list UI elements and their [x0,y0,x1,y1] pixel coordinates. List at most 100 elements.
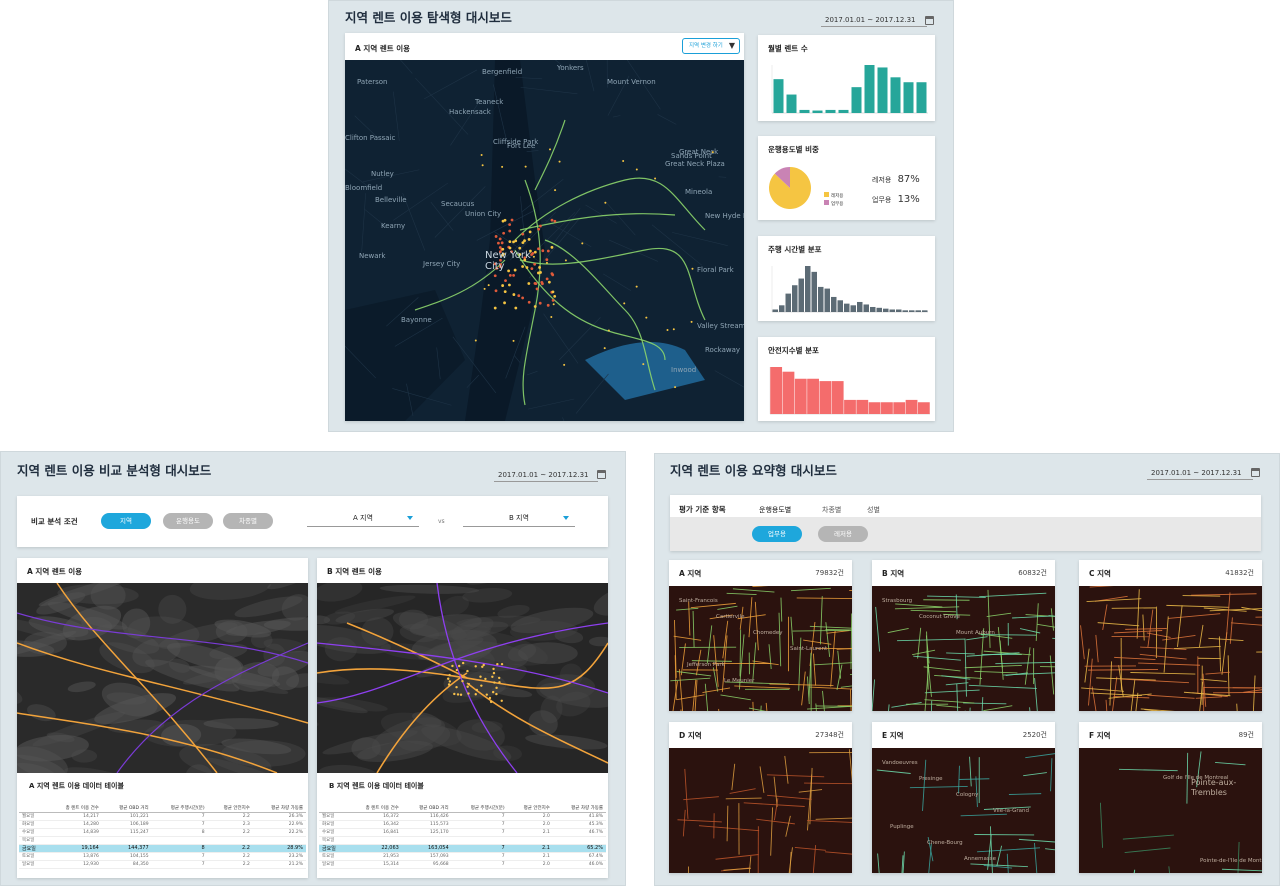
region-map[interactable]: Pointe-aux- Trembles Golf de l'Ile de Mont… [1079,748,1262,873]
table-cell: 157,093 [401,852,452,861]
region-b-select[interactable]: B 지역 [463,511,575,527]
region-map[interactable]: Saint-Francois Cartiervile Chomedey Saint-L… [669,586,852,711]
street-segment [875,606,881,652]
table-cell: 월요일 [19,812,47,821]
street-segment [1130,672,1196,675]
rent-point [453,692,456,696]
rent-point [551,299,555,302]
street-segment [999,640,1004,680]
table-header-cell: 평균 OBD 거리 [401,804,452,813]
rent-point [461,679,464,683]
terrain [317,583,363,602]
tab-gender[interactable]: 성별 [867,505,880,515]
street-segment [1089,586,1114,588]
region-card[interactable]: D 지역 27348건 [669,722,852,873]
region-card[interactable]: F 지역 89건 Pointe-aux- Trembles Golf de l'Ile … [1079,722,1262,873]
street-segment [812,653,817,686]
drive-time-card: 주행 시간별 분포 [758,236,935,321]
bar [786,94,797,113]
table-row[interactable]: 수요일 14,839 115,247 8 2.2 22.2% [19,828,306,837]
region-name: E 지역 [882,731,904,740]
table-row[interactable]: 목요일 [319,836,606,845]
region-change-button[interactable]: 지역 변경 하기 ▼ [682,38,740,54]
tab-car-type[interactable]: 차종별 [822,505,841,515]
table-row[interactable]: 토요일 13,876 104,155 7 2.2 23.2% [19,852,306,861]
table-row[interactable]: 화요일 16,342 115,573 7 2.0 45.3% [319,820,606,829]
sub-pill-bar: 업무용 레저용 [670,517,1261,551]
street-segment [936,704,961,708]
rent-point [547,280,551,284]
table-row[interactable]: 금요일 22,063 163,054 7 2.1 65.2% [319,844,606,853]
rent-point [448,680,452,683]
street [714,370,744,388]
street-segment [895,603,943,608]
region-map[interactable]: Vandoeuvres Presinge Cologny Vile-la-Grand P… [872,748,1055,873]
table-row[interactable]: 일요일 15,314 95,668 7 2.0 46.0% [319,860,606,869]
street-segment [901,855,904,873]
region-card[interactable]: B 지역 60832건 Strasbourg Coconut Grove Mount A… [872,560,1055,711]
table-cell: 116,426 [401,812,452,821]
rent-point [527,282,531,285]
pill-region[interactable]: 지역 [101,513,151,529]
table-row[interactable]: 화요일 14,280 106,189 7 2.3 22.9% [19,820,306,829]
region-a-map[interactable] [17,583,308,773]
region-card[interactable]: E 지역 2520건 Vandoeuvres Presinge Cologny Vile-… [872,722,1055,873]
street-segment [1114,630,1163,634]
pill-leisure[interactable]: 레저용 [818,526,868,542]
region-card[interactable]: C 지역 41832건 [1079,560,1262,711]
rent-point [487,284,490,287]
data-table-a: 총 렌트 이용 건수 평균 OBD 거리 평균 주행시간(분) 평균 안전지수 평균 차… [19,804,306,869]
pill-car-type[interactable]: 차종별 [223,513,273,529]
rent-point [623,302,626,305]
bar [782,371,795,414]
rent-point [502,231,506,235]
table-cell [207,836,253,845]
region-map[interactable] [669,748,852,873]
rent-point [448,673,451,677]
calendar-icon[interactable] [597,470,606,479]
table-cell: 15,314 [346,860,402,869]
table-row[interactable]: 토요일 21,953 157,093 7 2.1 67.4% [319,852,606,861]
table-row[interactable]: 월요일 16,372 116,426 7 2.0 41.8% [319,812,606,821]
street-segment [979,592,1047,598]
street [526,370,538,376]
table-row[interactable]: 월요일 14,217 101,221 7 2.2 26.3% [19,812,306,821]
rent-point [498,681,501,684]
date-range-field[interactable]: 2017.01.01 ~ 2017.12.31 [821,16,927,27]
table-cell: 목요일 [19,836,47,845]
street-segment [969,756,972,787]
table-row[interactable]: 금요일 19,164 144,377 8 2.2 28.9% [19,844,306,853]
bar [779,305,785,312]
region-map[interactable]: Strasbourg Coconut Grove Mount Auburn [872,586,1055,711]
region-name: D 지역 [679,731,702,740]
bar [909,310,915,312]
street-segment [1023,772,1047,777]
map-place-label: Rockaway [705,346,741,354]
date-range-field[interactable]: 2017.01.01 ~ 2017.12.31 [1147,469,1253,480]
region-card[interactable]: A 지역 79832건 Saint-Francois Cartiervile Chome… [669,560,852,711]
calendar-icon[interactable] [925,16,934,25]
table-row[interactable]: 수요일 16,841 125,170 7 2.1 46.7% [319,828,606,837]
pill-purpose[interactable]: 운행용도 [163,513,213,529]
calendar-icon[interactable] [1251,468,1260,477]
street-segment [715,854,759,860]
table-cell [151,836,208,845]
date-range-field[interactable]: 2017.01.01 ~ 2017.12.31 [494,471,598,482]
region-b-map[interactable] [317,583,608,773]
table-cell: 16,342 [346,820,402,829]
street [400,60,413,74]
street-segment [784,755,789,784]
region-map[interactable] [1079,586,1262,711]
map-a-title: A 지역 렌트 이용 [27,567,83,576]
bar [799,109,810,113]
table-row[interactable]: 목요일 [19,836,306,845]
nyc-map[interactable]: Paterson Yonkers Bergenfield Mount Vernon Te… [345,60,744,421]
table-row[interactable]: 일요일 12,930 84,350 7 2.2 21.2% [19,860,306,869]
street-segment [1034,678,1038,711]
pill-business[interactable]: 업무용 [752,526,802,542]
region-a-select[interactable]: A 지역 [307,511,419,527]
rent-point [550,272,554,276]
rent-point [607,329,610,332]
region-a-map-canvas [17,583,308,773]
table-cell: 2.1 [507,828,553,837]
